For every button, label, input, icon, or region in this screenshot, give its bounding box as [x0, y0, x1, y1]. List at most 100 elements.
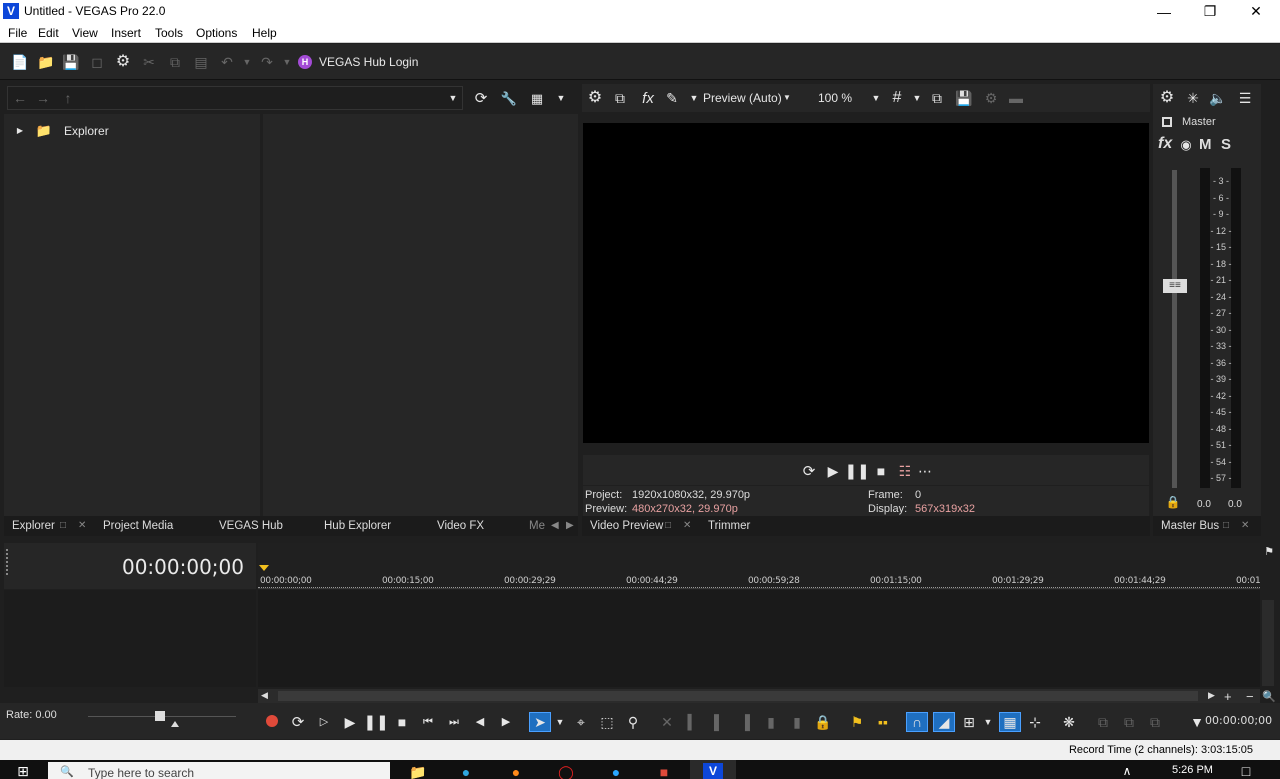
- lock-icon[interactable]: 🔒: [1166, 494, 1181, 510]
- master-fader-track[interactable]: [1172, 170, 1177, 488]
- menu-view[interactable]: View: [72, 26, 98, 40]
- views-dropdown-icon[interactable]: ▼: [554, 90, 568, 106]
- play-icon[interactable]: ▶: [341, 713, 359, 731]
- refresh-icon[interactable]: ⟳: [472, 89, 490, 107]
- timecode-display[interactable]: 00:00:00;00: [122, 555, 244, 579]
- tab-close-icon[interactable]: ✕: [683, 520, 691, 531]
- stop-icon[interactable]: ■: [393, 713, 411, 731]
- explorer-tools-icon[interactable]: 🔧: [500, 89, 518, 107]
- properties-gear-icon[interactable]: ⚙: [115, 54, 131, 70]
- tab-video-preview[interactable]: Video Preview: [590, 520, 663, 532]
- preview-properties-gear-icon[interactable]: ⚙: [586, 89, 604, 107]
- loop-playback-icon[interactable]: ⟳: [289, 713, 307, 731]
- minimize-button[interactable]: —: [1141, 0, 1187, 23]
- menu-file[interactable]: File: [8, 26, 27, 40]
- hub-login-button[interactable]: VEGAS Hub Login: [319, 55, 418, 69]
- delete-icon[interactable]: ✕: [658, 713, 676, 731]
- auto-crossfade-icon[interactable]: ◢: [933, 712, 955, 732]
- back-arrow-icon[interactable]: ←: [12, 90, 28, 106]
- zoom-in-button[interactable]: +: [1224, 689, 1232, 704]
- copy-snapshot-icon[interactable]: ⧉: [928, 89, 946, 107]
- tab-close-icon[interactable]: ✕: [78, 520, 86, 531]
- save-snapshot-icon[interactable]: 💾: [955, 89, 973, 107]
- solo-button[interactable]: S: [1221, 136, 1231, 153]
- play-from-start-icon[interactable]: ▷: [315, 713, 333, 731]
- lock-envelopes-icon[interactable]: ⊹: [1026, 713, 1044, 731]
- app-taskbar-icon[interactable]: ●: [606, 764, 626, 779]
- preview-stop-icon[interactable]: ■: [872, 462, 890, 480]
- master-fx-button[interactable]: fx: [1158, 135, 1172, 153]
- open-folder-icon[interactable]: 📁: [37, 54, 55, 70]
- tab-trimmer[interactable]: Trimmer: [708, 520, 750, 532]
- master-properties-gear-icon[interactable]: ⚙: [1158, 89, 1176, 107]
- render-icon[interactable]: ◻: [89, 54, 105, 70]
- tab-undock-icon[interactable]: □: [60, 520, 66, 531]
- previous-frame-icon[interactable]: ◀: [471, 713, 489, 731]
- tab-project-media[interactable]: Project Media: [103, 520, 173, 532]
- ungroup-icon[interactable]: ⧉: [1120, 713, 1138, 731]
- mixer-faders-icon[interactable]: ☰: [1236, 89, 1254, 107]
- notifications-icon[interactable]: □: [1236, 763, 1256, 779]
- insert-marker-icon[interactable]: ⚑: [848, 713, 866, 731]
- tab-undock-icon[interactable]: □: [1223, 520, 1229, 531]
- zoom-edit-tool-icon[interactable]: ⚲: [624, 713, 642, 731]
- horizontal-scrollbar[interactable]: ◀ ▶: [258, 689, 1260, 703]
- menu-tools[interactable]: Tools: [155, 26, 183, 40]
- loop-icon[interactable]: ⟳: [800, 462, 818, 480]
- edge-taskbar-icon[interactable]: ●: [456, 764, 476, 779]
- menu-help[interactable]: Help: [252, 26, 277, 40]
- video-fx-icon[interactable]: fx: [638, 89, 658, 107]
- zoom-tool-icon[interactable]: 🔍: [1262, 690, 1276, 704]
- paste-icon[interactable]: ▤: [193, 54, 209, 70]
- rate-reset-marker-icon[interactable]: [171, 721, 179, 727]
- trim-split-icon[interactable]: ▮: [788, 713, 806, 731]
- automation-icon[interactable]: ◉: [1178, 136, 1194, 152]
- master-checkbox[interactable]: [1162, 117, 1172, 127]
- split-screen-icon[interactable]: ✎: [663, 89, 681, 107]
- auto-ripple-icon[interactable]: ⊞: [960, 713, 978, 731]
- mute-button[interactable]: M: [1199, 136, 1212, 153]
- cut-icon[interactable]: ✂: [141, 54, 157, 70]
- zoom-out-button[interactable]: −: [1246, 689, 1254, 704]
- go-to-start-icon[interactable]: ⏮: [419, 713, 437, 731]
- menu-edit[interactable]: Edit: [38, 26, 59, 40]
- menu-insert[interactable]: Insert: [111, 26, 141, 40]
- scroll-left-icon[interactable]: ◀: [261, 690, 268, 701]
- preview-settings-disabled-icon[interactable]: ⚙: [982, 89, 1000, 107]
- insert-region-icon[interactable]: ▪▪: [874, 713, 892, 731]
- preview-pause-icon[interactable]: ❚❚: [844, 462, 869, 480]
- explorer-root-label[interactable]: Explorer: [64, 124, 109, 138]
- system-tray-icon[interactable]: ∧: [1117, 763, 1137, 779]
- next-frame-icon[interactable]: ▶: [497, 713, 515, 731]
- split-icon[interactable]: ▮: [762, 713, 780, 731]
- auto-ripple-dropdown-icon[interactable]: ▼: [982, 714, 994, 730]
- track-list-pane[interactable]: [4, 590, 256, 687]
- windows-start-icon[interactable]: ⊞: [14, 763, 32, 779]
- speaker-icon[interactable]: 🔈: [1209, 89, 1227, 107]
- explorer-file-list[interactable]: [263, 114, 578, 516]
- overlays-grid-icon[interactable]: #: [888, 89, 906, 107]
- trim-start-icon[interactable]: ▍: [684, 713, 702, 731]
- up-arrow-icon[interactable]: ↑: [60, 90, 76, 106]
- vegas-hub-icon[interactable]: H: [298, 55, 312, 69]
- opera-taskbar-icon[interactable]: ◯: [556, 764, 576, 779]
- tab-master-bus[interactable]: Master Bus: [1161, 520, 1219, 532]
- quality-dropdown-icon[interactable]: ▼: [782, 90, 792, 106]
- overlays-dropdown-icon[interactable]: ▼: [911, 90, 923, 106]
- group-icon[interactable]: ⧉: [1094, 713, 1112, 731]
- firefox-taskbar-icon[interactable]: ●: [506, 764, 526, 779]
- tab-hub-explorer[interactable]: Hub Explorer: [324, 520, 391, 532]
- external-monitor-icon[interactable]: ⧉: [611, 89, 629, 107]
- normal-edit-tool-icon[interactable]: ➤: [529, 712, 551, 732]
- event-grouping-icon[interactable]: ▦: [999, 712, 1021, 732]
- pause-icon[interactable]: ❚❚: [363, 713, 388, 731]
- scroll-thumb[interactable]: [278, 691, 1198, 701]
- undo-dropdown-icon[interactable]: ▼: [241, 54, 253, 70]
- edit-tool-dropdown-icon[interactable]: ▼: [554, 714, 566, 730]
- master-fader-handle[interactable]: ≡≡: [1163, 279, 1187, 293]
- tab-undock-icon[interactable]: □: [665, 520, 671, 531]
- tab-video-fx[interactable]: Video FX: [437, 520, 484, 532]
- downmix-icon[interactable]: ✳: [1184, 89, 1202, 107]
- expand-arrow-icon[interactable]: ▶: [14, 124, 26, 138]
- redo-dropdown-icon[interactable]: ▼: [281, 54, 293, 70]
